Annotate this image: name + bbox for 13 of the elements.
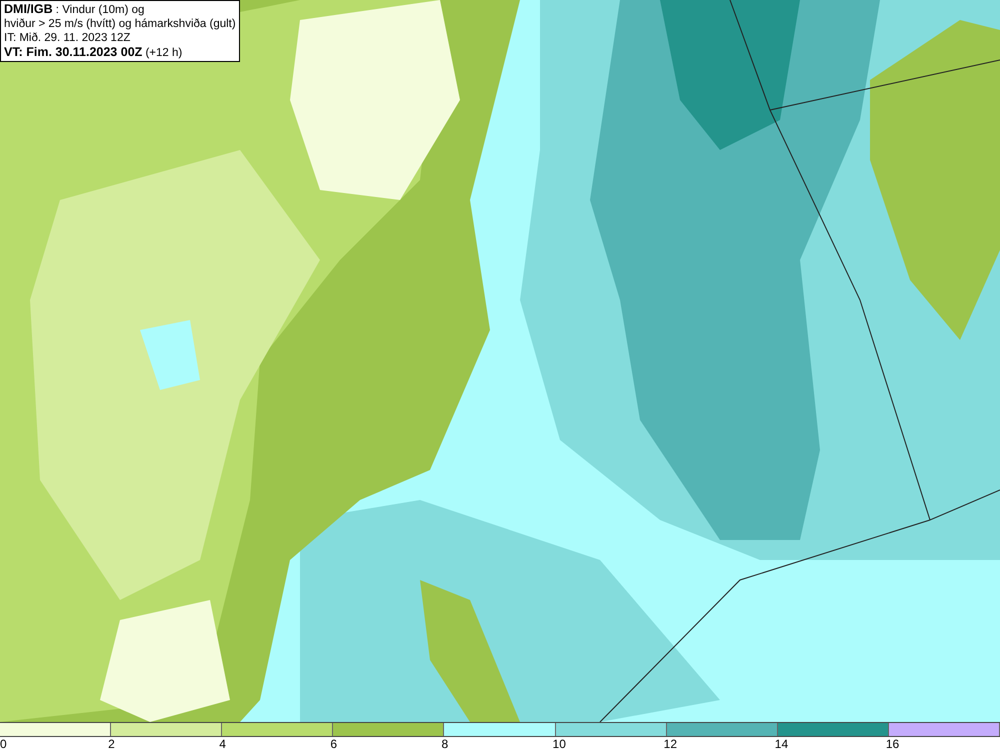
legend-tick-label: 10 <box>552 737 566 752</box>
title-line: VT: Fim. 30.11.2023 00Z (+12 h) <box>4 45 182 60</box>
title-line: hviður > 25 m/s (hvítt) og hámarkshviða (gult) <box>4 17 236 31</box>
legend-tick-label: 12 <box>664 737 678 752</box>
title-line: DMI/IGB : Vindur (10m) og <box>4 2 144 17</box>
legend-tick-label: 6 <box>330 737 338 752</box>
legend-tick-label: 4 <box>219 737 226 752</box>
legend-tick-label: 2 <box>108 737 115 752</box>
legend-tick-label: 0 <box>0 737 7 752</box>
title-line: IT: Mið. 29. 11. 2023 12Z <box>4 31 130 45</box>
legend-tick-label: 14 <box>774 737 788 752</box>
legend-tick-label: 16 <box>886 737 900 752</box>
legend-tick-label: 8 <box>441 737 448 752</box>
